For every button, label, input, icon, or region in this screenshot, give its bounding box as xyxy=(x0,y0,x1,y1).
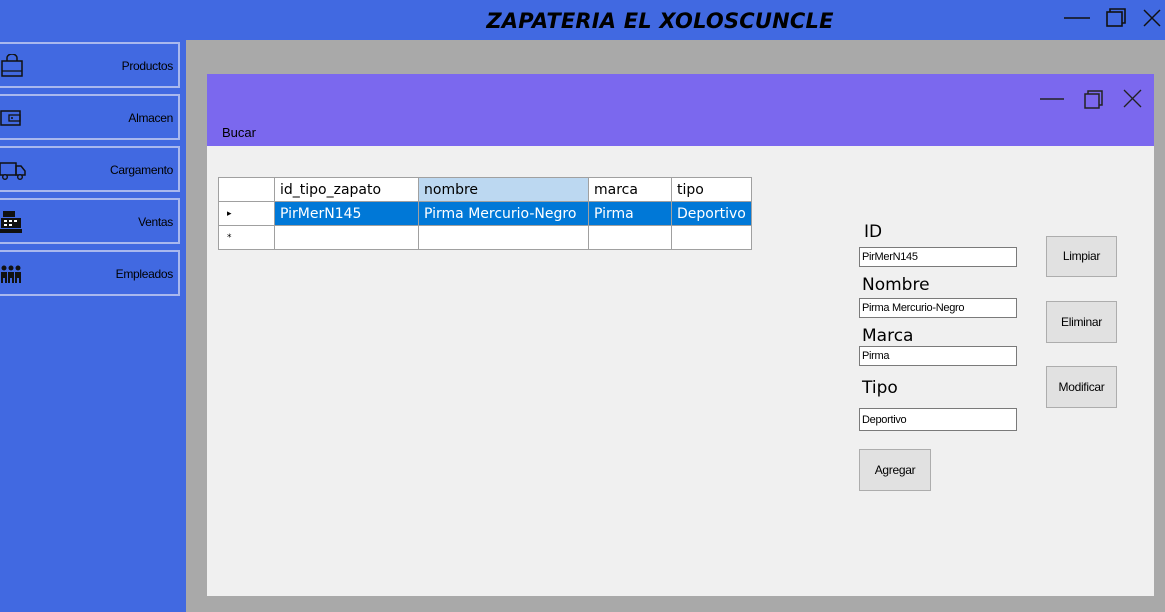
table-cell[interactable]: PirMerN145 xyxy=(274,201,419,226)
sidebar-item-label: Empleados xyxy=(115,267,174,281)
wallet-icon xyxy=(0,110,21,126)
minimize-icon[interactable] xyxy=(1060,4,1094,32)
marca-label: Marca xyxy=(862,326,914,346)
table-cell[interactable]: Deportivo xyxy=(671,201,752,226)
sidebar-item-label: Almacen xyxy=(128,111,173,125)
id-field[interactable] xyxy=(859,247,1017,267)
truck-icon xyxy=(0,162,26,181)
agregar-button[interactable]: Agregar xyxy=(859,449,931,491)
column-header[interactable]: nombre xyxy=(418,177,589,202)
table-cell[interactable]: Pirma xyxy=(588,201,672,226)
cash-register-icon xyxy=(0,211,22,233)
sidebar-item-productos[interactable]: Productos xyxy=(0,42,180,88)
sidebar-item-cargamento[interactable]: Cargamento xyxy=(0,146,180,192)
child-header: Bucar xyxy=(207,74,1154,146)
tipo-label: Tipo xyxy=(862,378,898,398)
sidebar-item-empleados[interactable]: Empleados xyxy=(0,250,180,296)
sidebar-item-ventas[interactable]: Ventas xyxy=(0,198,180,244)
nombre-label: Nombre xyxy=(862,275,930,295)
sidebar-item-label: Cargamento xyxy=(109,163,173,177)
child-maximize-icon[interactable] xyxy=(1078,86,1108,112)
sidebar-item-label: Productos xyxy=(121,59,174,73)
row-header-corner xyxy=(218,177,275,202)
modificar-button[interactable]: Modificar xyxy=(1046,366,1117,408)
table-cell[interactable] xyxy=(671,225,752,250)
new-row-marker[interactable]: * xyxy=(218,225,275,250)
table-cell[interactable] xyxy=(588,225,672,250)
table-cell[interactable] xyxy=(274,225,419,250)
menu-item-buscar[interactable]: Bucar xyxy=(222,125,256,140)
app-title: ZAPATERIA EL XOLOSCUNCLE xyxy=(486,9,834,33)
sidebar-item-label: Ventas xyxy=(138,215,173,229)
child-window: Bucar xyxy=(207,74,1154,596)
table-cell[interactable] xyxy=(418,225,589,250)
column-header[interactable]: tipo xyxy=(671,177,752,202)
sidebar-item-almacen[interactable]: Almacen xyxy=(0,94,180,140)
child-minimize-icon[interactable] xyxy=(1037,88,1067,112)
maximize-icon[interactable] xyxy=(1098,4,1132,32)
child-close-icon[interactable] xyxy=(1118,86,1148,112)
data-grid[interactable]: id_tipo_zapato nombre marca tipo ▸ PirMe… xyxy=(218,177,752,250)
app-titlebar: ZAPATERIA EL XOLOSCUNCLE xyxy=(0,0,1165,40)
row-selected-marker[interactable]: ▸ xyxy=(218,201,275,226)
eliminar-button[interactable]: Eliminar xyxy=(1046,301,1117,343)
grid-header-row: id_tipo_zapato nombre marca tipo xyxy=(218,177,752,202)
limpiar-button[interactable]: Limpiar xyxy=(1046,236,1117,277)
column-header[interactable]: id_tipo_zapato xyxy=(274,177,419,202)
id-label: ID xyxy=(864,222,883,242)
table-cell[interactable]: Pirma Mercurio-Negro xyxy=(418,201,589,226)
close-icon[interactable] xyxy=(1136,4,1165,32)
table-row[interactable]: ▸ PirMerN145 Pirma Mercurio-Negro Pirma … xyxy=(218,201,752,226)
tipo-field[interactable] xyxy=(859,408,1017,431)
marca-field[interactable] xyxy=(859,346,1017,366)
sidebar: Productos Almacen Cargamento Ventas Empl… xyxy=(0,40,184,612)
shopping-bag-icon xyxy=(1,54,23,77)
nombre-field[interactable] xyxy=(859,298,1017,318)
new-row[interactable]: * xyxy=(218,225,752,250)
column-header[interactable]: marca xyxy=(588,177,672,202)
people-icon xyxy=(1,265,21,283)
